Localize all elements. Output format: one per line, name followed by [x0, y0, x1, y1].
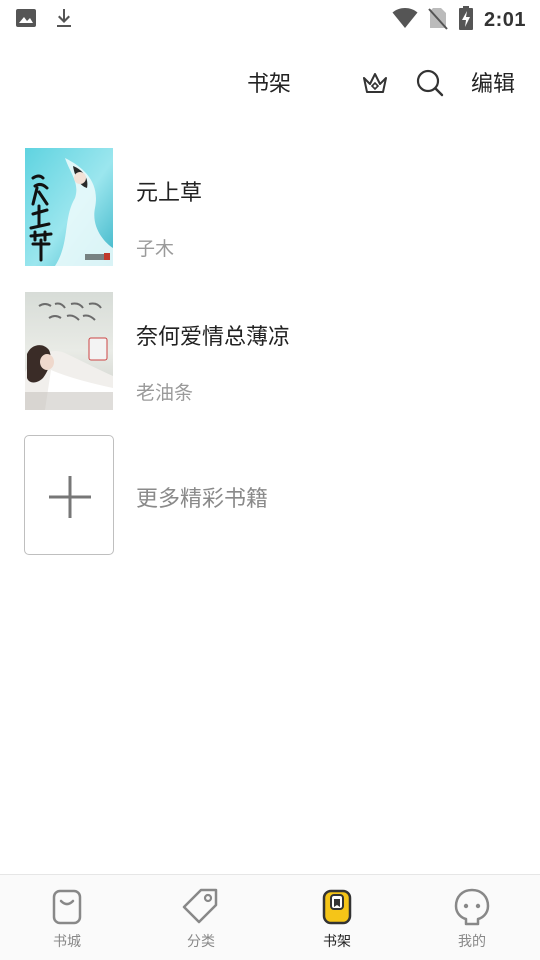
bookstore-icon: [52, 889, 82, 925]
nav-label: 书城: [53, 934, 81, 950]
bottom-nav: 书城 分类 书架 我的: [0, 874, 540, 960]
book-title: 奈何爱情总薄凉: [136, 325, 291, 350]
book-list: 元上草 子木 奈何爱情总薄凉 老油条: [0, 145, 540, 433]
book-author: 子木: [136, 238, 175, 260]
status-bar: 2:01: [0, 0, 540, 36]
nav-bookstore[interactable]: 书城: [17, 887, 117, 957]
nav-bookshelf[interactable]: 书架: [287, 887, 387, 957]
download-icon: [52, 6, 76, 34]
add-more-label: 更多精彩书籍: [136, 487, 269, 512]
book-item[interactable]: 元上草 子木: [0, 145, 540, 289]
edit-button[interactable]: 编辑: [471, 66, 515, 98]
wifi-icon: [392, 7, 418, 33]
add-book-button[interactable]: [24, 435, 114, 555]
bookshelf-icon: [322, 889, 352, 925]
image-icon: [14, 6, 38, 34]
profile-icon: [454, 888, 490, 926]
nav-label: 书架: [323, 934, 351, 950]
nav-category[interactable]: 分类: [151, 887, 251, 957]
nav-profile[interactable]: 我的: [422, 887, 522, 957]
book-item[interactable]: 奈何爱情总薄凉 老油条: [0, 289, 540, 433]
book-cover: [25, 292, 113, 410]
nav-label: 分类: [187, 934, 215, 950]
battery-charging-icon: [458, 5, 474, 35]
status-time: 2:01: [483, 8, 526, 31]
search-icon[interactable]: [415, 68, 445, 98]
plus-icon: [49, 476, 91, 518]
header: 书架 编辑: [0, 52, 540, 112]
page-title: 书架: [247, 72, 292, 97]
book-cover: [25, 148, 113, 266]
book-author: 老油条: [136, 382, 194, 404]
add-more-books[interactable]: 更多精彩书籍: [0, 433, 540, 557]
tag-icon: [182, 888, 218, 924]
nav-label: 我的: [458, 934, 486, 950]
crown-icon[interactable]: [361, 70, 389, 96]
no-sim-icon: [428, 6, 448, 34]
book-title: 元上草: [136, 181, 203, 206]
